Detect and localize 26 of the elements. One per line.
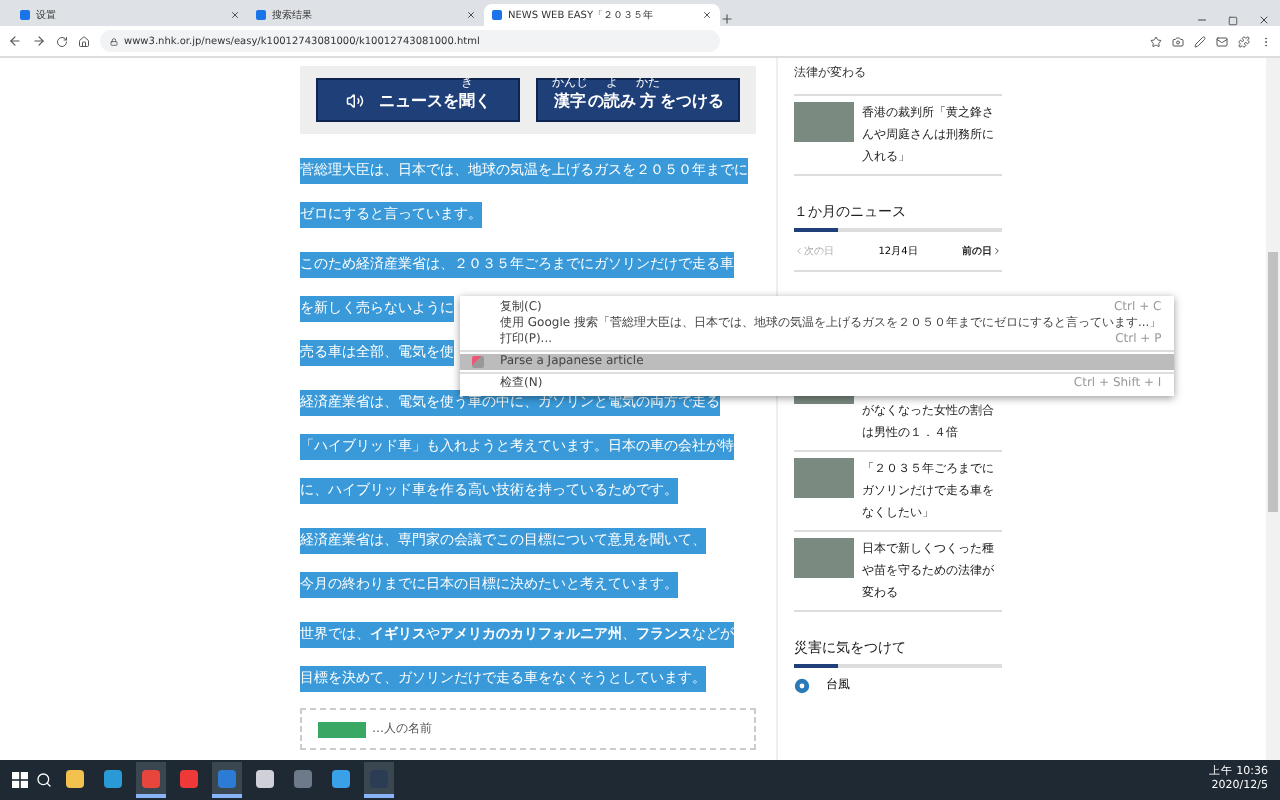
back-icon[interactable] [8,34,22,48]
windows-icon[interactable] [12,772,28,788]
close-icon[interactable] [1257,14,1270,26]
taskbar-app-button[interactable] [364,762,394,798]
legend-swatch [318,721,366,737]
search-icon[interactable] [36,772,52,788]
taskbar-app-button[interactable] [212,762,242,798]
puzzle-icon[interactable] [1238,35,1250,47]
star-icon[interactable] [1150,35,1162,47]
favicon-icon [256,10,266,20]
camera-icon[interactable] [1172,35,1184,47]
favicon-icon [20,10,30,20]
typhoon-icon [794,677,810,693]
chevron-left-icon [794,246,804,256]
lock-icon [110,37,118,45]
speaker-icon [345,91,363,109]
forward-icon[interactable] [32,34,46,48]
favicon-icon [492,10,502,20]
reload-icon[interactable] [56,35,68,47]
home-icon[interactable] [78,35,90,47]
taskbar-app-button[interactable] [136,762,166,798]
mail-icon[interactable] [1216,35,1228,47]
new-tab-icon[interactable] [720,12,734,26]
restore-icon[interactable] [1227,16,1238,26]
chevron-right-icon [991,246,1002,256]
scrollbar[interactable] [1266,58,1280,760]
